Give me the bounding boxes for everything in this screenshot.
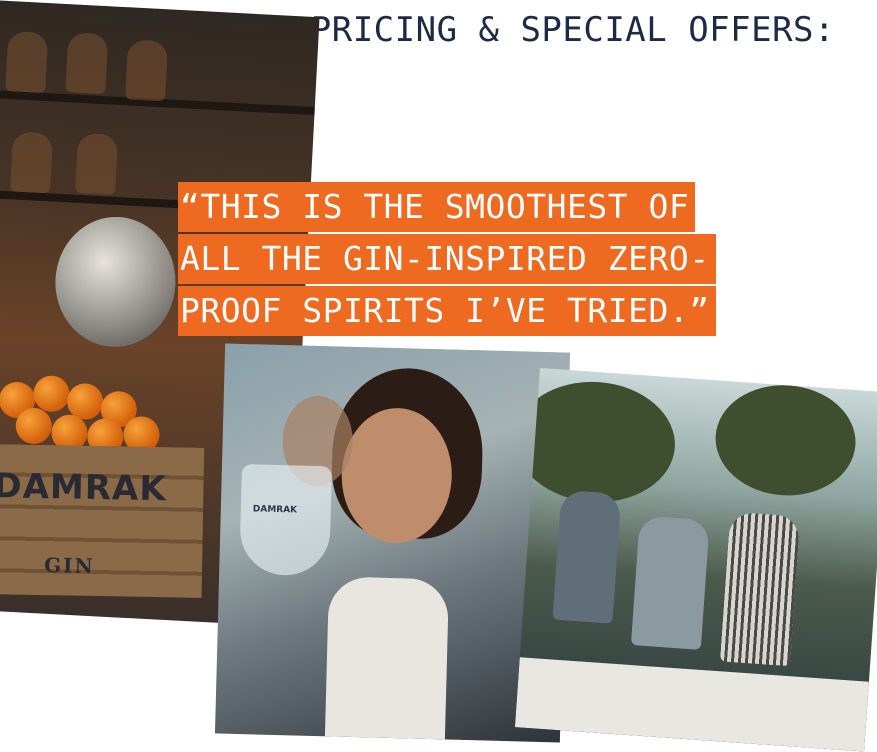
crate-brand: DAMRAK [0,466,168,510]
quote-line: proof spirits I’ve tried.” [178,286,716,336]
page-title: Pricing & Special Offers: [310,10,835,50]
quote-line: all the gin-inspired zero- [178,234,716,284]
copper-still [52,213,179,351]
crate-sub: GIN [43,553,96,578]
tree [711,380,860,501]
damrak-crate: DAMRAK GIN [0,443,205,598]
gin-glass: DAMRAK [239,464,332,577]
tree [514,376,679,508]
testimonial-quote: “This is the smoothest of all the gin-in… [178,182,738,338]
quote-line: “This is the smoothest of [178,182,696,232]
glass-label: DAMRAK [252,504,298,516]
bottle [5,31,49,94]
woman-striped [719,511,801,667]
bottle [65,32,109,95]
orange [14,406,53,445]
bottle [75,132,119,195]
orange [32,374,71,413]
boat-hull [514,657,869,752]
tank-top [324,576,450,740]
bottle [10,131,54,194]
man-left [552,489,622,624]
woman-photo: DAMRAK [214,343,571,743]
bottle [124,39,169,102]
boat-photo [514,368,877,752]
man-center [630,515,710,650]
